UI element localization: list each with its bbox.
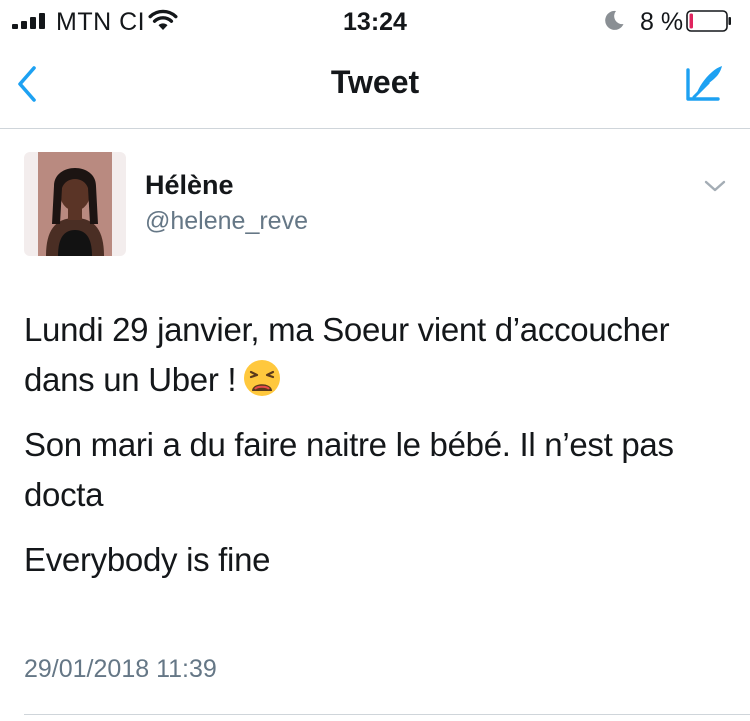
tweet-paragraph-text: Lundi 29 janvier, ma Soeur vient d’accou… [24,311,670,398]
chevron-down-icon[interactable] [703,177,727,195]
page-title: Tweet [330,64,420,100]
battery-percentage: 8 % [640,8,684,36]
tweet-paragraph: Son mari a du faire naitre le bébé. Il n… [24,426,674,513]
tweet-paragraph: Lundi 29 janvier, ma Soeur vient d’accou… [24,305,734,405]
author-handle[interactable]: @helene_reve [145,207,308,236]
tweet-paragraph: Everybody is fine [24,541,271,578]
tweet-text: Lundi 29 janvier, ma Soeur vient d’accou… [24,305,734,600]
moon-icon [605,10,624,30]
weary-face-emoji-icon [244,360,281,396]
compose-icon[interactable] [682,63,726,105]
tweet-timestamp: 29/01/2018 11:39 [24,655,217,683]
author-name[interactable]: Hélène [145,170,234,201]
divider [24,714,750,715]
status-bar: MTN CI 13:24 8 % [0,0,750,40]
avatar-photo [24,152,126,256]
navigation-bar: Tweet [0,40,750,129]
avatar[interactable] [24,152,126,256]
status-time: 13:24 [343,8,407,36]
battery-icon [686,10,731,32]
